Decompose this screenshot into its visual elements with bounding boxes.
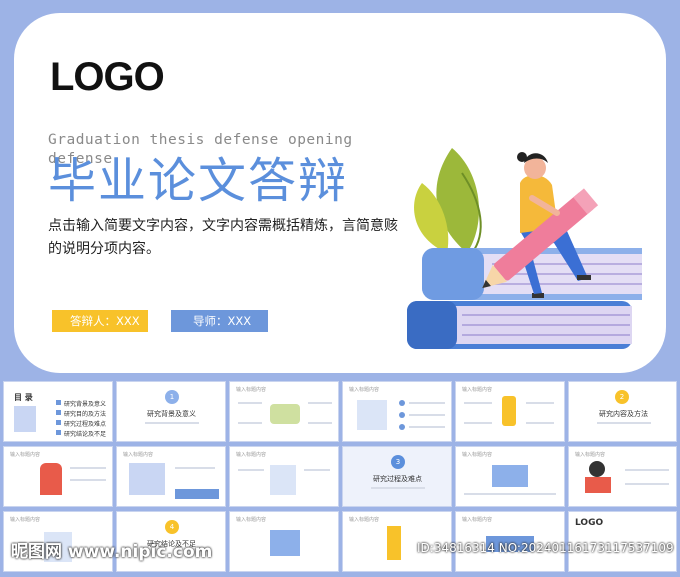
thumbnail-content[interactable]: 输入标题内容 [229,381,339,442]
illustration [357,400,387,430]
text-line [409,402,445,404]
section-number: 2 [615,390,629,404]
thumbnail-content[interactable]: 输入标题内容 [229,446,339,507]
bullet-icon [56,410,61,415]
text-line [70,467,106,469]
thumbnail-content[interactable]: 输入标题内容 [568,446,677,507]
person-illustration [589,461,605,477]
thumbnail-section-1[interactable]: 1 研究背景及意义 [116,381,226,442]
thumbnail-content[interactable]: 输入标题内容 [229,511,339,572]
illustration [492,465,528,487]
thumbnail-title: 输入标题内容 [236,452,267,458]
text-line [308,402,332,404]
thumbnail-content[interactable]: 输入标题内容 [116,446,226,507]
thumbnail-title: 输入标题内容 [10,452,41,458]
thumbnail-section-2[interactable]: 2 研究内容及方法 [568,381,677,442]
thumbnail-title: 研究内容及方法 [599,410,648,418]
section-number: 4 [165,520,179,534]
heart-icon [399,424,405,430]
thumbnail-title: 输入标题内容 [462,387,493,393]
slide-thumbnail-grid: 目 录 研究背景及意义 研究目的及方法 研究过程及难点 研究结论及不足 1 研究… [3,381,677,575]
description-text: 点击输入简要文字内容，文字内容需概括精炼，言简意赅的说明分项内容。 [48,218,398,257]
text-line [238,402,262,404]
person-illustration [585,477,611,493]
section-number: 1 [165,390,179,404]
section-number: 3 [391,455,405,469]
toc-item: 研究目的及方法 [64,411,107,418]
thumbnail-content[interactable]: 输入标题内容 [455,446,565,507]
text-line [526,422,554,424]
thumbnail-content[interactable]: 输入标题内容 [3,446,113,507]
thumbnail-content[interactable]: 输入标题内容 [342,381,452,442]
thumbnail-title: 输入标题内容 [236,387,267,393]
thumbnail-title: 研究背景及意义 [147,410,196,418]
book-icon [14,406,36,432]
thumbnail-title: 研究过程及难点 [373,475,422,483]
toc-item: 研究背景及意义 [64,401,107,408]
thumbnail-title: 输入标题内容 [462,452,493,458]
watermark-id: ID:34816314 NO:20240116173117537109 [417,541,674,555]
thumbnail-title: 输入标题内容 [349,387,380,393]
logo-text: LOGO [50,55,165,99]
text-line [464,493,556,495]
text-line [238,422,262,424]
thumbnail-title: 输入标题内容 [462,517,493,523]
person-illustration [40,463,62,495]
text-line [371,487,425,489]
thumbnail-title: 输入标题内容 [10,517,41,523]
text-line [409,414,445,416]
heart-icon [399,400,405,406]
thumbnail-title: 输入标题内容 [123,452,154,458]
illustration [270,530,300,556]
text-line [625,469,669,471]
heart-icon [399,412,405,418]
books-reader-illustration [407,148,642,349]
thumbnail-title: 输入标题内容 [236,517,267,523]
text-line [464,422,492,424]
illustration [270,465,296,495]
text-line [526,402,554,404]
illustration [270,404,300,424]
text-line [308,422,332,424]
defender-label[interactable]: 答辩人：XXX [52,310,148,332]
text-line [175,467,215,469]
illustration [129,463,165,495]
advisor-label[interactable]: 导师：XXX [171,310,268,332]
thumbnail-content[interactable]: 输入标题内容 [455,381,565,442]
text-line [304,469,330,471]
text-line [625,483,669,485]
thumbnail-title: LOGO [575,518,604,528]
text-line [409,426,445,428]
title-slide: LOGO Graduation thesis defense opening d… [14,13,666,373]
bullet-icon [56,420,61,425]
highlight-bar [175,489,219,499]
thumbnail-title: 输入标题内容 [349,517,380,523]
toc-item: 研究结论及不足 [64,431,107,438]
pencil-icon [502,396,516,426]
watermark-site: 昵图网 www.nipic.com [11,542,213,562]
thumbnail-section-3[interactable]: 3 研究过程及难点 [342,446,452,507]
bullet-icon [56,430,61,435]
thumbnail-title: 输入标题内容 [575,452,606,458]
toc-item: 研究过程及难点 [64,421,107,428]
thumbnail-toc[interactable]: 目 录 研究背景及意义 研究目的及方法 研究过程及难点 研究结论及不足 [3,381,113,442]
text-line [70,479,106,481]
text-line [597,422,651,424]
bullet-icon [56,400,61,405]
text-line [464,402,492,404]
thumbnail-title: 目 录 [14,393,33,402]
text-line [238,469,264,471]
page-title: 毕业论文答辩 [48,153,349,209]
text-line [145,422,199,424]
pencil-icon [387,526,401,560]
